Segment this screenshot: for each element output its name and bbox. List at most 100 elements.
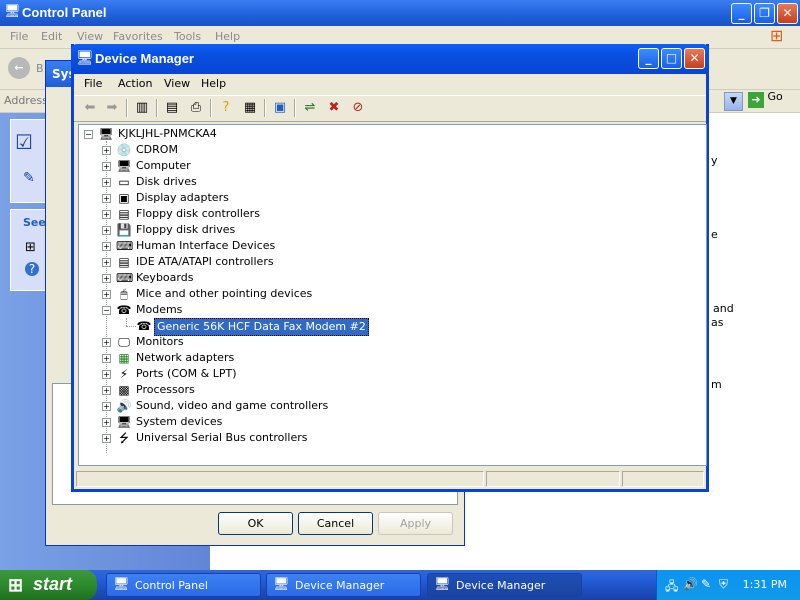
expand-icon[interactable]: + [102, 210, 111, 219]
tree-item-monitors[interactable]: + 🖵 Monitors [79, 334, 679, 350]
expand-icon[interactable]: + [102, 162, 111, 171]
device-manager-window: 🖥 Device Manager _ □ ✕ File Action View … [71, 44, 709, 492]
expand-icon[interactable]: + [102, 434, 111, 443]
windows-update-icon[interactable]: ⊞ [25, 240, 36, 255]
taskbar-item-device-manager-1[interactable]: 🖥 Device Manager [266, 573, 421, 597]
monitor-icon: 🖵 [118, 335, 130, 349]
minimize-button[interactable]: _ [731, 3, 752, 24]
restore-button[interactable]: ❐ [754, 3, 775, 24]
back-icon[interactable]: ← [8, 57, 30, 79]
expand-icon[interactable]: + [102, 290, 111, 299]
tree-item-sound-video[interactable]: + 🔊 Sound, video and game controllers [79, 398, 679, 414]
dm-menu-view[interactable]: View [164, 77, 190, 90]
print-icon[interactable]: ⎙ [188, 100, 204, 116]
tree-item-computer[interactable]: + 🖥 Computer [79, 158, 679, 174]
device-manager-toolbar: ⬅ ➡ ▥ ▤ ⎙ ? ▦ ▣ ⇌ ✖ ⊘ [74, 95, 706, 122]
device-tree[interactable]: − 🖥 KJKLJHL-PNMCKA4 + 💿 CDROM + 🖥 Comput… [78, 124, 707, 466]
expand-icon[interactable]: + [102, 242, 111, 251]
tree-item-modem-device[interactable]: ☎ Generic 56K HCF Data Fax Modem #2 [79, 318, 679, 336]
taskbar: ⊞ start 🖥 Control Panel 🖥 Device Manager… [0, 570, 800, 600]
collapse-icon[interactable]: − [84, 130, 93, 139]
show-hide-console-tree-icon[interactable]: ▥ [134, 100, 150, 116]
tree-item-network-adapters[interactable]: + ▦ Network adapters [79, 350, 679, 366]
dm-menu-file[interactable]: File [84, 77, 102, 90]
forward-icon[interactable]: ➡ [104, 100, 120, 116]
ide-controller-icon: ▤ [118, 255, 130, 269]
control-panel-titlebar[interactable]: 🖥 Control Panel _ ❐ ✕ [0, 0, 800, 26]
tree-item-mice[interactable]: + 🖱 Mice and other pointing devices [79, 286, 679, 302]
expand-icon[interactable]: + [102, 402, 111, 411]
tree-root[interactable]: − 🖥 KJKLJHL-PNMCKA4 [79, 126, 379, 142]
expand-icon[interactable]: + [102, 354, 111, 363]
volume-tray-icon[interactable]: 🔊 [683, 577, 698, 591]
tree-item-human-interface-devices[interactable]: + ⌨ Human Interface Devices [79, 238, 679, 254]
tree-item-floppy-disk-controllers[interactable]: + ▤ Floppy disk controllers [79, 206, 679, 222]
task-icon: ✎ [23, 170, 35, 186]
control-panel-icon: 🖥 [113, 577, 130, 592]
menu-favorites[interactable]: Favorites [113, 30, 163, 43]
device-manager-icon: 🖥 [76, 50, 94, 66]
expand-icon[interactable]: + [102, 386, 111, 395]
address-label: Address [4, 94, 48, 107]
back-icon[interactable]: ⬅ [82, 100, 98, 116]
dm-close-button[interactable]: ✕ [684, 48, 705, 69]
tree-item-processors[interactable]: + ▩ Processors [79, 382, 679, 398]
network-tray-icon[interactable]: 🖧 [665, 577, 678, 598]
tree-item-ide-controllers[interactable]: + ▤ IDE ATA/ATAPI controllers [79, 254, 679, 270]
tree-item-cdrom[interactable]: + 💿 CDROM [79, 142, 679, 158]
tree-item-modems[interactable]: − ☎ Modems [79, 302, 679, 318]
expand-icon[interactable]: + [102, 274, 111, 283]
uninstall-icon[interactable]: ✖ [326, 100, 342, 116]
taskbar-item-device-manager-2[interactable]: 🖥 Device Manager [427, 573, 582, 597]
device-manager-menubar: File Action View Help [74, 74, 706, 94]
start-button[interactable]: ⊞ start [0, 570, 97, 600]
help-icon[interactable]: ? [25, 262, 39, 276]
dm-minimize-button[interactable]: _ [638, 48, 659, 69]
device-manager-titlebar[interactable]: 🖥 Device Manager _ □ ✕ [71, 44, 709, 74]
menu-view[interactable]: View [77, 30, 103, 43]
expand-icon[interactable]: + [102, 146, 111, 155]
tree-item-ports[interactable]: + ⚡ Ports (COM & LPT) [79, 366, 679, 382]
close-button[interactable]: ✕ [777, 3, 798, 24]
device-manager-icon: 🖥 [434, 577, 451, 592]
scan-hardware-icon[interactable]: ▣ [272, 100, 288, 116]
dm-menu-help[interactable]: Help [201, 77, 226, 90]
tree-item-display-adapters[interactable]: + ▣ Display adapters [79, 190, 679, 206]
disable-icon[interactable]: ⊘ [350, 100, 366, 116]
properties-icon[interactable]: ▤ [164, 100, 180, 116]
menu-help[interactable]: Help [215, 30, 240, 43]
menu-tools[interactable]: Tools [174, 30, 201, 43]
safely-remove-tray-icon[interactable]: ✎ [701, 577, 711, 591]
menu-edit[interactable]: Edit [41, 30, 62, 43]
show-hide-action-pane-icon[interactable]: ▦ [242, 100, 258, 116]
expand-icon[interactable]: + [102, 370, 111, 379]
tree-item-usb-controllers[interactable]: + ⭍ Universal Serial Bus controllers [79, 430, 679, 446]
start-label: start [33, 574, 73, 594]
clock[interactable]: 1:31 PM [743, 578, 787, 591]
collapse-icon[interactable]: − [102, 306, 111, 315]
expand-icon[interactable]: + [102, 418, 111, 427]
help-icon[interactable]: ? [218, 100, 234, 116]
update-driver-icon[interactable]: ⇌ [302, 100, 318, 116]
taskbar-item-control-panel[interactable]: 🖥 Control Panel [106, 573, 261, 597]
cancel-button[interactable]: Cancel [298, 512, 373, 535]
cp-item-text-m: m [711, 378, 722, 391]
expand-icon[interactable]: + [102, 178, 111, 187]
expand-icon[interactable]: + [102, 338, 111, 347]
address-dropdown-icon[interactable]: ▼ [724, 92, 743, 111]
security-tray-icon[interactable]: ⛨ [719, 577, 728, 592]
dm-maximize-button[interactable]: □ [661, 48, 682, 69]
expand-icon[interactable]: + [102, 226, 111, 235]
tree-item-system-devices[interactable]: + 🖥 System devices [79, 414, 679, 430]
apply-button[interactable]: Apply [378, 512, 453, 535]
ok-button[interactable]: OK [218, 512, 293, 535]
menu-file[interactable]: File [10, 30, 28, 43]
expand-icon[interactable]: + [102, 258, 111, 267]
dm-menu-action[interactable]: Action [118, 77, 152, 90]
tree-item-disk-drives[interactable]: + ▭ Disk drives [79, 174, 679, 190]
tree-item-keyboards[interactable]: + ⌨ Keyboards [79, 270, 679, 286]
go-button[interactable]: ➜ Go [748, 90, 783, 108]
expand-icon[interactable]: + [102, 194, 111, 203]
display-adapter-icon: ▣ [118, 191, 130, 205]
tree-item-floppy-disk-drives[interactable]: + 💾 Floppy disk drives [79, 222, 679, 238]
